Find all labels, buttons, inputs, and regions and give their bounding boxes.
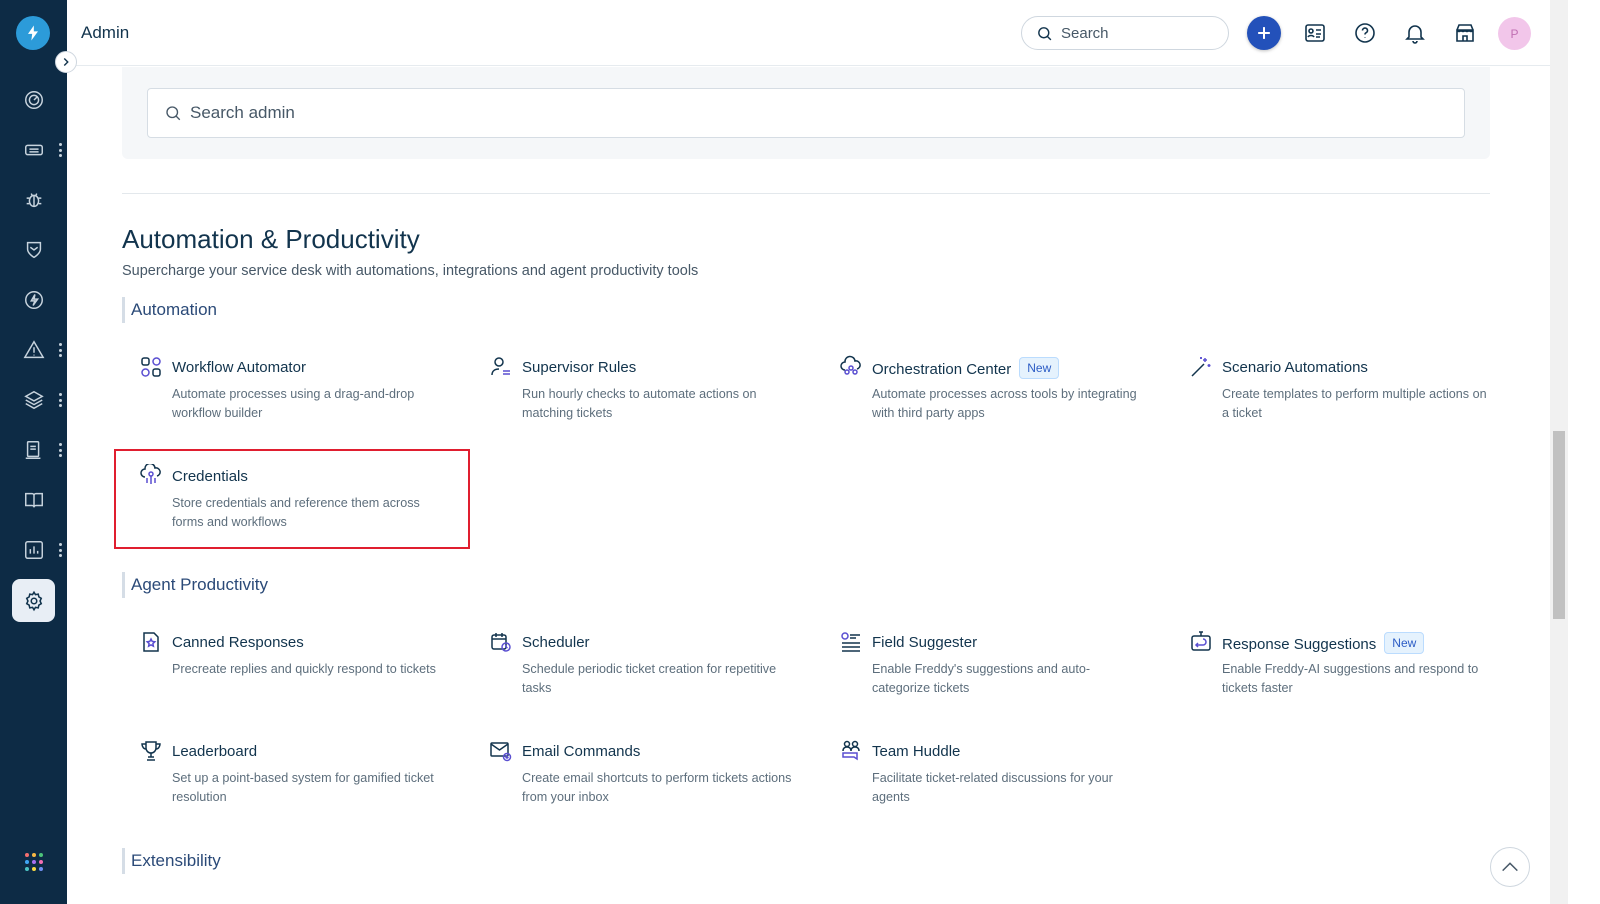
expand-sidebar-button[interactable] — [55, 51, 77, 73]
section-divider — [122, 193, 1490, 194]
contact-card-icon[interactable] — [1302, 20, 1328, 46]
notifications-bell-icon[interactable] — [1402, 20, 1428, 46]
card-description: Automate processes using a drag-and-drop… — [172, 387, 415, 420]
trophy-icon — [141, 741, 161, 761]
assets-layers-icon[interactable] — [0, 378, 67, 422]
card-title: Leaderboard — [172, 743, 258, 760]
card-title: Field Suggester — [872, 634, 978, 651]
admin-search-input[interactable]: Search admin — [147, 88, 1465, 138]
new-badge: New — [1384, 632, 1425, 654]
email-commands-icon — [490, 742, 512, 762]
field-suggester-icon — [841, 632, 860, 652]
workflow-icon — [141, 357, 161, 377]
apps-grid-icon[interactable] — [25, 853, 43, 871]
card-title: Canned Responses — [172, 634, 304, 651]
top-header: Admin Search P — [67, 0, 1550, 66]
global-search-placeholder: Search — [1061, 24, 1109, 42]
response-suggestions-icon — [1191, 631, 1211, 651]
admin-search-panel: Search admin — [122, 67, 1490, 159]
card-description: Precreate replies and quickly respond to… — [172, 662, 436, 676]
contracts-icon[interactable] — [0, 428, 67, 472]
solutions-book-icon[interactable] — [0, 478, 67, 522]
card-title-text: Orchestration Center — [872, 360, 1012, 378]
sidebar — [0, 0, 67, 904]
global-search-input[interactable]: Search — [1021, 16, 1229, 50]
admin-search-placeholder: Search admin — [190, 103, 295, 122]
right-gutter — [1568, 0, 1600, 904]
admin-gear-icon[interactable] — [12, 579, 55, 622]
alerts-icon[interactable] — [0, 328, 67, 372]
orchestration-icon — [840, 355, 861, 375]
page-title: Admin — [81, 23, 130, 42]
card-title: Scenario Automations — [1222, 359, 1368, 376]
highlight-box — [114, 449, 470, 549]
assets-more-icon[interactable] — [58, 393, 62, 407]
plus-icon — [1258, 27, 1270, 39]
card-description: Facilitate ticket-related discussions fo… — [872, 771, 1113, 804]
user-avatar[interactable]: P — [1498, 17, 1531, 50]
card-title: Orchestration Center New — [872, 357, 1060, 381]
page-scrollbar[interactable] — [1550, 0, 1568, 904]
extensibility-subheading: Extensibility — [122, 848, 221, 874]
magic-wand-icon — [1191, 357, 1211, 377]
contracts-more-icon[interactable] — [58, 443, 62, 457]
card-title-text: Response Suggestions — [1222, 635, 1377, 653]
releases-icon[interactable] — [0, 278, 67, 322]
search-icon — [1038, 26, 1052, 40]
card-title: Team Huddle — [872, 743, 961, 760]
card-title: Scheduler — [522, 634, 590, 651]
section-title: Automation & Productivity — [122, 224, 420, 254]
canned-response-icon — [143, 632, 159, 652]
freshservice-logo[interactable] — [16, 16, 50, 50]
reports-chart-icon[interactable] — [0, 528, 67, 572]
card-title: Supervisor Rules — [522, 359, 637, 376]
chevron-right-icon — [63, 58, 69, 66]
tickets-icon[interactable] — [0, 128, 67, 172]
new-item-button[interactable] — [1247, 16, 1281, 50]
chevron-up-icon — [1502, 862, 1518, 872]
card-title: Workflow Automator — [172, 359, 306, 376]
card-description: Set up a point-based system for gamified… — [172, 771, 434, 804]
card-description: Schedule periodic ticket creation for re… — [522, 662, 777, 695]
card-description: Run hourly checks to automate actions on… — [522, 387, 757, 420]
changes-shield-icon[interactable] — [0, 228, 67, 272]
scheduler-icon — [491, 633, 511, 652]
card-description: Automate processes across tools by integ… — [872, 387, 1137, 420]
help-icon[interactable] — [1352, 20, 1378, 46]
search-icon — [166, 106, 181, 121]
card-description: Enable Freddy-AI suggestions and respond… — [1222, 662, 1479, 695]
supervisor-icon — [491, 357, 510, 376]
card-description: Enable Freddy's suggestions and auto-cat… — [872, 662, 1091, 695]
automation-subheading: Automation — [122, 297, 217, 323]
card-description: Create templates to perform multiple act… — [1222, 387, 1487, 420]
card-description: Create email shortcuts to perform ticket… — [522, 771, 792, 804]
section-subtitle: Supercharge your service desk with autom… — [122, 263, 699, 279]
alerts-more-icon[interactable] — [58, 343, 62, 357]
team-huddle-icon — [842, 740, 860, 761]
card-title: Email Commands — [522, 743, 641, 760]
problems-bug-icon[interactable] — [0, 178, 67, 222]
scrollbar-thumb[interactable] — [1553, 431, 1565, 619]
agent-productivity-subheading: Agent Productivity — [122, 572, 268, 598]
card-title: Response Suggestions New — [1222, 632, 1425, 656]
reports-more-icon[interactable] — [58, 543, 62, 557]
admin-content: Search admin Automation & Productivity S… — [67, 67, 1550, 904]
scroll-to-top-button[interactable] — [1490, 847, 1530, 887]
marketplace-store-icon[interactable] — [1452, 20, 1478, 46]
tickets-more-icon[interactable] — [58, 143, 62, 157]
dashboard-icon[interactable] — [0, 78, 67, 122]
new-badge: New — [1019, 357, 1060, 379]
